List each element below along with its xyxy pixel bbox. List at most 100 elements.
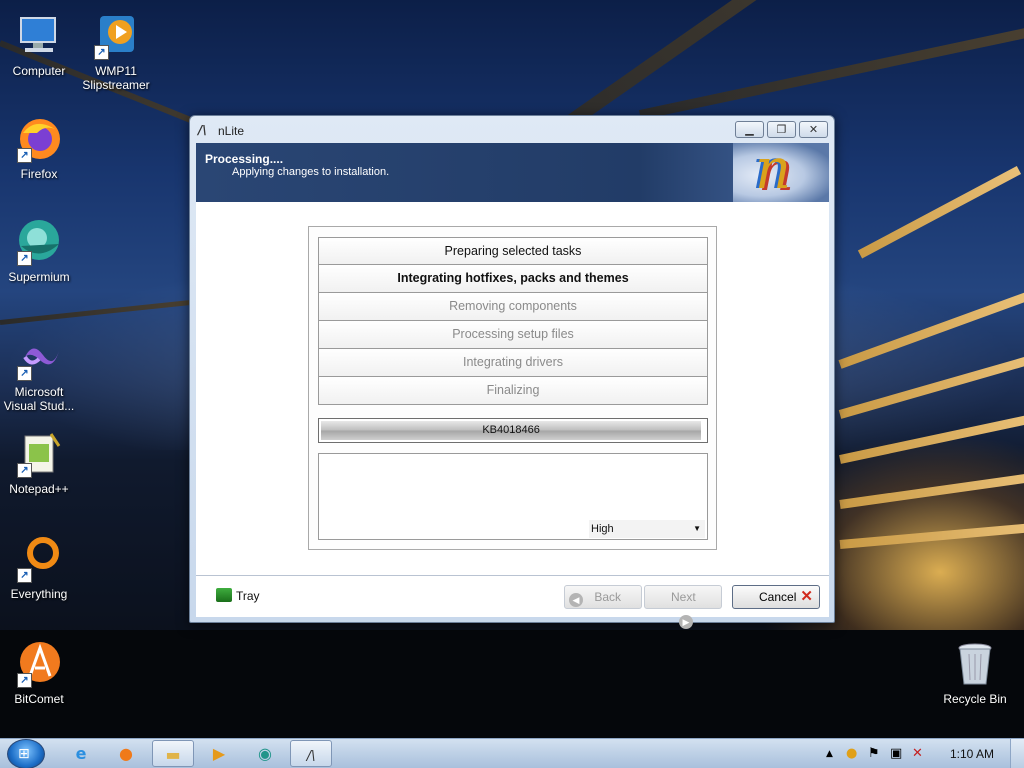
firefox-icon: ● bbox=[119, 744, 133, 763]
wizard-header: Processing.... Applying changes to insta… bbox=[196, 137, 829, 202]
task-item: Preparing selected tasks bbox=[318, 237, 708, 265]
task-item: Finalizing bbox=[318, 377, 708, 405]
window-title: nLite bbox=[218, 124, 245, 138]
nlite-logo: n bbox=[733, 137, 829, 202]
footer-separator bbox=[196, 575, 829, 576]
taskbar-item-firefox[interactable]: ● bbox=[105, 740, 147, 767]
desktop-icon-notepad-plus-plus[interactable]: ↗ Notepad++ bbox=[0, 430, 81, 496]
explorer-icon: ▬ bbox=[165, 745, 181, 764]
taskbar-item-internet-explorer[interactable]: e bbox=[60, 740, 102, 767]
tray-label: Tray bbox=[236, 589, 260, 603]
desktop-icon-label: Notepad++ bbox=[9, 482, 69, 496]
shortcut-arrow-icon: ↗ bbox=[17, 463, 32, 478]
window-titlebar[interactable]: /\ nLite ▁ ❐ ✕ bbox=[190, 116, 834, 143]
task-item: Integrating drivers bbox=[318, 349, 708, 377]
nlite-icon: /\ bbox=[306, 749, 316, 764]
close-icon: ✕ bbox=[808, 123, 819, 136]
volume-muted-icon[interactable]: ✕ bbox=[912, 746, 923, 761]
taskbar-item-supermium[interactable]: ◉ bbox=[244, 740, 286, 767]
minimize-icon: ▁ bbox=[745, 123, 754, 136]
taskbar-item-explorer[interactable]: ▬ bbox=[152, 740, 194, 767]
desktop-icon-label: WMP11 Slipstreamer bbox=[82, 64, 150, 92]
desktop-icon-bitcomet[interactable]: ↗ BitComet bbox=[0, 640, 81, 706]
close-button[interactable]: ✕ bbox=[799, 121, 828, 138]
header-title: Processing.... bbox=[205, 152, 284, 166]
nlite-window[interactable]: /\ nLite ▁ ❐ ✕ Processing.... Applying c… bbox=[189, 115, 835, 629]
network-icon[interactable]: ▣ bbox=[890, 746, 902, 761]
action-center-flag-icon[interactable]: ⚑ bbox=[868, 746, 880, 761]
recycle-bin-icon bbox=[951, 640, 999, 688]
next-arrow-icon: ▶ bbox=[679, 615, 693, 629]
next-button[interactable]: Next ▶ bbox=[644, 585, 722, 629]
show-hidden-icons-icon[interactable]: ▲ bbox=[826, 749, 833, 759]
notification-icon[interactable]: ● bbox=[846, 746, 857, 761]
desktop-icon-computer[interactable]: Computer bbox=[0, 12, 81, 78]
desktop-icon-label: Computer bbox=[12, 64, 66, 78]
supermium-icon: ↗ bbox=[15, 218, 63, 266]
start-button[interactable]: ⊞ bbox=[7, 739, 45, 768]
wallpaper-beam bbox=[857, 166, 1022, 259]
task-item-active: Integrating hotfixes, packs and themes bbox=[318, 265, 708, 293]
back-arrow-icon: ◀ bbox=[569, 593, 583, 607]
progress-bar: KB4018466 bbox=[318, 418, 708, 443]
taskbar: ⊞ e ● ▬ ▶ ◉ /\ ▲ ● ⚑ ▣ ✕ 1:10 AM bbox=[0, 738, 1024, 768]
desktop-icon-visual-studio[interactable]: ↗ Microsoft Visual Stud... bbox=[0, 333, 81, 413]
desktop-icon-label: Everything bbox=[10, 587, 68, 601]
shortcut-arrow-icon: ↗ bbox=[17, 148, 32, 163]
task-list: Preparing selected tasks Integrating hot… bbox=[318, 237, 708, 405]
back-label: Back bbox=[594, 590, 622, 604]
priority-selected-value: High bbox=[591, 523, 614, 535]
processing-panel: Preparing selected tasks Integrating hot… bbox=[308, 226, 717, 550]
priority-dropdown[interactable]: High ▼ bbox=[589, 520, 705, 538]
media-player-icon: ▶ bbox=[212, 744, 226, 763]
show-desktop-button[interactable] bbox=[1010, 739, 1024, 768]
shortcut-arrow-icon: ↗ bbox=[17, 251, 32, 266]
tray-icon bbox=[216, 588, 232, 602]
shortcut-arrow-icon: ↗ bbox=[94, 45, 109, 60]
minimize-button[interactable]: ▁ bbox=[735, 121, 764, 138]
desktop-icon-firefox[interactable]: ↗ Firefox bbox=[0, 115, 81, 181]
shortcut-arrow-icon: ↗ bbox=[17, 366, 32, 381]
tray-button[interactable]: Tray bbox=[216, 588, 260, 603]
desktop-icon-everything[interactable]: ↗ Everything bbox=[0, 535, 81, 601]
taskbar-item-nlite[interactable]: /\ bbox=[290, 740, 332, 767]
desktop-icon-label: BitComet bbox=[14, 692, 64, 706]
shortcut-arrow-icon: ↗ bbox=[17, 568, 32, 583]
cancel-label: Cancel bbox=[759, 590, 797, 604]
taskbar-item-media-player[interactable]: ▶ bbox=[198, 740, 240, 767]
shortcut-arrow-icon: ↗ bbox=[17, 673, 32, 688]
restore-button[interactable]: ❐ bbox=[767, 121, 796, 138]
restore-icon: ❐ bbox=[776, 123, 787, 136]
window-client-area: Processing.... Applying changes to insta… bbox=[196, 137, 829, 629]
desktop-icon-label: Firefox bbox=[20, 167, 58, 181]
internet-explorer-icon: e bbox=[75, 744, 87, 763]
firefox-icon: ↗ bbox=[15, 115, 63, 163]
task-item: Processing setup files bbox=[318, 321, 708, 349]
back-button[interactable]: ◀ Back bbox=[564, 585, 642, 609]
system-tray: ▲ ● ⚑ ▣ ✕ 1:10 AM bbox=[814, 739, 1024, 768]
bitcomet-icon: ↗ bbox=[15, 640, 63, 688]
supermium-icon: ◉ bbox=[258, 744, 272, 763]
computer-icon bbox=[15, 12, 63, 60]
desktop-icon-wmp11-slipstreamer[interactable]: ↗ WMP11 Slipstreamer bbox=[74, 12, 158, 92]
task-item: Removing components bbox=[318, 293, 708, 321]
wmp11-slipstreamer-icon: ↗ bbox=[92, 12, 140, 60]
desktop-icon-recycle-bin[interactable]: Recycle Bin bbox=[933, 640, 1017, 706]
desktop-icon-supermium[interactable]: ↗ Supermium bbox=[0, 218, 81, 284]
clock[interactable]: 1:10 AM bbox=[950, 747, 994, 761]
cancel-x-icon: ✕ bbox=[800, 588, 813, 605]
visual-studio-icon: ↗ bbox=[15, 333, 63, 381]
desktop-icon-label: Microsoft Visual Stud... bbox=[3, 385, 75, 413]
progress-fill: KB4018466 bbox=[321, 421, 702, 440]
chevron-down-icon: ▼ bbox=[693, 524, 701, 533]
desktop-icon-label: Supermium bbox=[8, 270, 70, 284]
everything-icon: ↗ bbox=[15, 535, 63, 583]
cancel-button[interactable]: Cancel ✕ bbox=[732, 585, 820, 609]
log-box: High ▼ bbox=[318, 453, 708, 540]
notepad-plus-plus-icon: ↗ bbox=[15, 430, 63, 478]
windows-logo-icon: ⊞ bbox=[18, 746, 30, 762]
desktop-icon-label: Recycle Bin bbox=[943, 692, 1007, 706]
nlite-icon: /\ bbox=[198, 123, 207, 137]
header-subtitle: Applying changes to installation. bbox=[232, 166, 390, 178]
next-label: Next bbox=[671, 590, 696, 604]
